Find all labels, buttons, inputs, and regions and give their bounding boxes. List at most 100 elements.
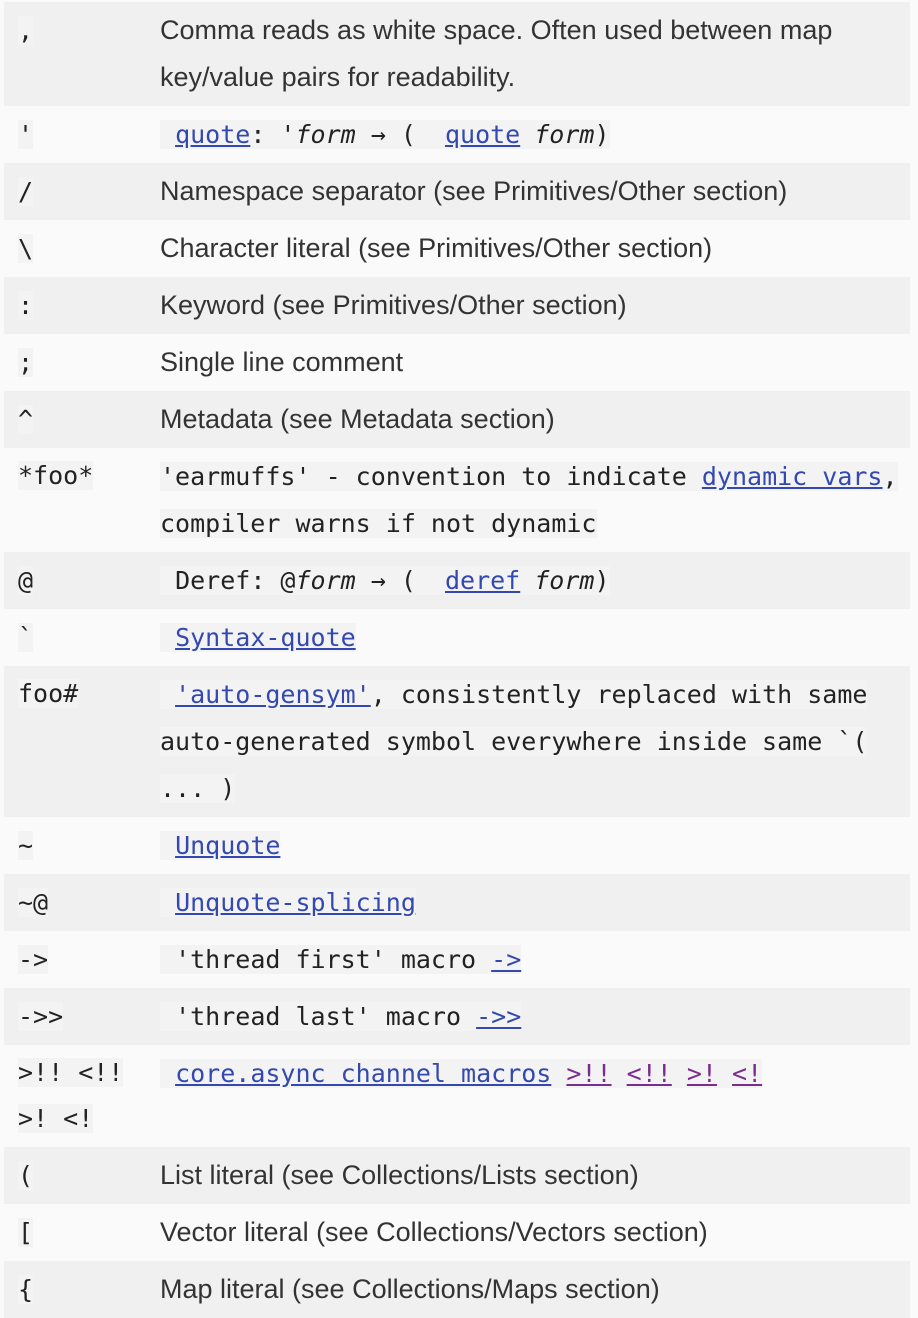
quote-form-text: form — [295, 120, 356, 149]
symbol-cell: / — [4, 168, 144, 215]
auto-gensym-description: 'auto-gensym', consistently replaced wit… — [160, 680, 868, 803]
symbol-cell: ^ — [4, 396, 144, 443]
description-cell: Namespace separator (see Primitives/Othe… — [160, 176, 788, 206]
quote-form2-text: form — [534, 120, 595, 149]
symbol-cell: >!! <!! >! <! — [4, 1050, 144, 1142]
table-row: ~@ Unquote-splicing — [4, 874, 910, 931]
symbol-text: *foo* — [18, 461, 94, 490]
auto-gensym-link[interactable]: 'auto-gensym' — [175, 680, 371, 709]
symbol-cell: \ — [4, 225, 144, 272]
symbol-cell: ( — [4, 1152, 144, 1199]
description-cell: Comma reads as white space. Often used b… — [160, 15, 833, 92]
table-row: [ Vector literal (see Collections/Vector… — [4, 1204, 910, 1261]
deref-close-text: ) — [594, 566, 610, 595]
description-cell: List literal (see Collections/Lists sect… — [160, 1160, 639, 1190]
deref-link[interactable]: deref — [445, 566, 520, 595]
symbol-text: ` — [18, 623, 34, 652]
symbol-text: ~@ — [18, 888, 49, 917]
description-cell: quote: 'form → ( quote form) — [144, 111, 910, 158]
quote-arrow-text: → ( — [355, 120, 431, 149]
symbol-text: , — [18, 16, 34, 45]
symbol-text: @ — [18, 566, 34, 595]
table-row: ( List literal (see Collections/Lists se… — [4, 1147, 910, 1204]
deref-pre-text: Deref: @ — [175, 566, 296, 595]
symbol-cell: foo# — [4, 671, 144, 717]
symbol-cell: : — [4, 282, 144, 329]
table-row: *foo* 'earmuffs' - convention to indicat… — [4, 448, 910, 552]
table-row: ' quote: 'form → ( quote form) — [4, 106, 910, 163]
symbol-text: ->> — [18, 1002, 64, 1031]
description-cell: Syntax-quote — [144, 614, 910, 661]
unquote-splicing-link[interactable]: Unquote-splicing — [175, 888, 416, 917]
table-row: , Comma reads as white space. Often used… — [4, 2, 910, 106]
quote-description: quote: 'form → ( quote form) — [160, 120, 610, 149]
symbol-text: : — [18, 291, 34, 320]
description-cell: 'thread first' macro -> — [144, 936, 910, 983]
thread-first-link[interactable]: -> — [491, 945, 521, 974]
take-link[interactable]: <! — [732, 1059, 762, 1088]
symbol-text: ^ — [18, 405, 34, 434]
reader-macros-table: , Comma reads as white space. Often used… — [4, 2, 910, 1318]
core-async-link[interactable]: core.async channel macros — [175, 1059, 551, 1088]
symbol-cell: ~ — [4, 822, 144, 869]
syntax-quote-link[interactable]: Syntax-quote — [175, 623, 356, 652]
syntax-quote-description: Syntax-quote — [160, 623, 356, 652]
table-row: ` Syntax-quote — [4, 609, 910, 666]
symbol-text: ' — [18, 120, 34, 149]
description-cell: Unquote-splicing — [144, 879, 910, 926]
description-cell: Single line comment — [160, 347, 404, 377]
thread-last-link[interactable]: ->> — [476, 1002, 521, 1031]
description-cell: Map literal (see Collections/Maps sectio… — [160, 1274, 660, 1304]
thread-last-text: 'thread last' macro — [175, 1002, 477, 1031]
symbol-text: ~ — [18, 831, 34, 860]
quote-pre-text: : ' — [250, 120, 296, 149]
table-row: -> 'thread first' macro -> — [4, 931, 910, 988]
quote-link[interactable]: quote — [175, 120, 250, 149]
table-row: ; Single line comment — [4, 334, 910, 391]
symbol-cell: @ — [4, 557, 144, 604]
symbol-cell: -> — [4, 936, 144, 983]
symbol-cell: ` — [4, 614, 144, 661]
unquote-description: Unquote — [160, 831, 281, 860]
table-row: { Map literal (see Collections/Maps sect… — [4, 1261, 910, 1318]
symbol-text: >!! <!! >! <! — [18, 1058, 124, 1133]
thread-last-description: 'thread last' macro ->> — [160, 1002, 522, 1031]
put-link[interactable]: >! — [687, 1059, 717, 1088]
blocking-take-link[interactable]: <!! — [627, 1059, 672, 1088]
symbol-cell: , — [4, 7, 144, 54]
earmuffs-pre-text: 'earmuffs' - convention to indicate — [160, 462, 702, 491]
table-row: foo# 'auto-gensym', consistently replace… — [4, 666, 910, 817]
description-cell: Keyword (see Primitives/Other section) — [160, 290, 627, 320]
symbol-text: { — [18, 1275, 34, 1304]
description-cell: Character literal (see Primitives/Other … — [160, 233, 713, 263]
description-cell: Unquote — [144, 822, 910, 869]
table-row: @ Deref: @form → ( deref form) — [4, 552, 910, 609]
table-row: ->> 'thread last' macro ->> — [4, 988, 910, 1045]
description-cell: 'thread last' macro ->> — [144, 993, 910, 1040]
symbol-cell: ; — [4, 339, 144, 386]
quote-fn-link[interactable]: quote — [445, 120, 520, 149]
symbol-cell: ' — [4, 111, 144, 158]
symbol-text: -> — [18, 945, 49, 974]
deref-form-text: form — [295, 566, 356, 595]
symbol-cell: ~@ — [4, 879, 144, 926]
symbol-text: \ — [18, 234, 34, 263]
table-row: / Namespace separator (see Primitives/Ot… — [4, 163, 910, 220]
unquote-link[interactable]: Unquote — [175, 831, 280, 860]
symbol-cell: { — [4, 1266, 144, 1313]
description-cell: 'earmuffs' - convention to indicate dyna… — [144, 453, 910, 547]
symbol-cell: ->> — [4, 993, 144, 1040]
symbol-text: [ — [18, 1218, 34, 1247]
blocking-put-link[interactable]: >!! — [566, 1059, 611, 1088]
symbol-text: foo# — [18, 679, 79, 708]
table-row: : Keyword (see Primitives/Other section) — [4, 277, 910, 334]
deref-description: Deref: @form → ( deref form) — [160, 566, 610, 595]
deref-arrow-text: → ( — [355, 566, 431, 595]
table-row: >!! <!! >! <! core.async channel macros … — [4, 1045, 910, 1147]
table-row: \ Character literal (see Primitives/Othe… — [4, 220, 910, 277]
dynamic-vars-link[interactable]: dynamic vars — [702, 462, 883, 491]
earmuffs-description: 'earmuffs' - convention to indicate dyna… — [160, 462, 898, 538]
symbol-text: / — [18, 177, 34, 206]
symbol-cell: [ — [4, 1209, 144, 1256]
description-cell: 'auto-gensym', consistently replaced wit… — [144, 671, 910, 812]
